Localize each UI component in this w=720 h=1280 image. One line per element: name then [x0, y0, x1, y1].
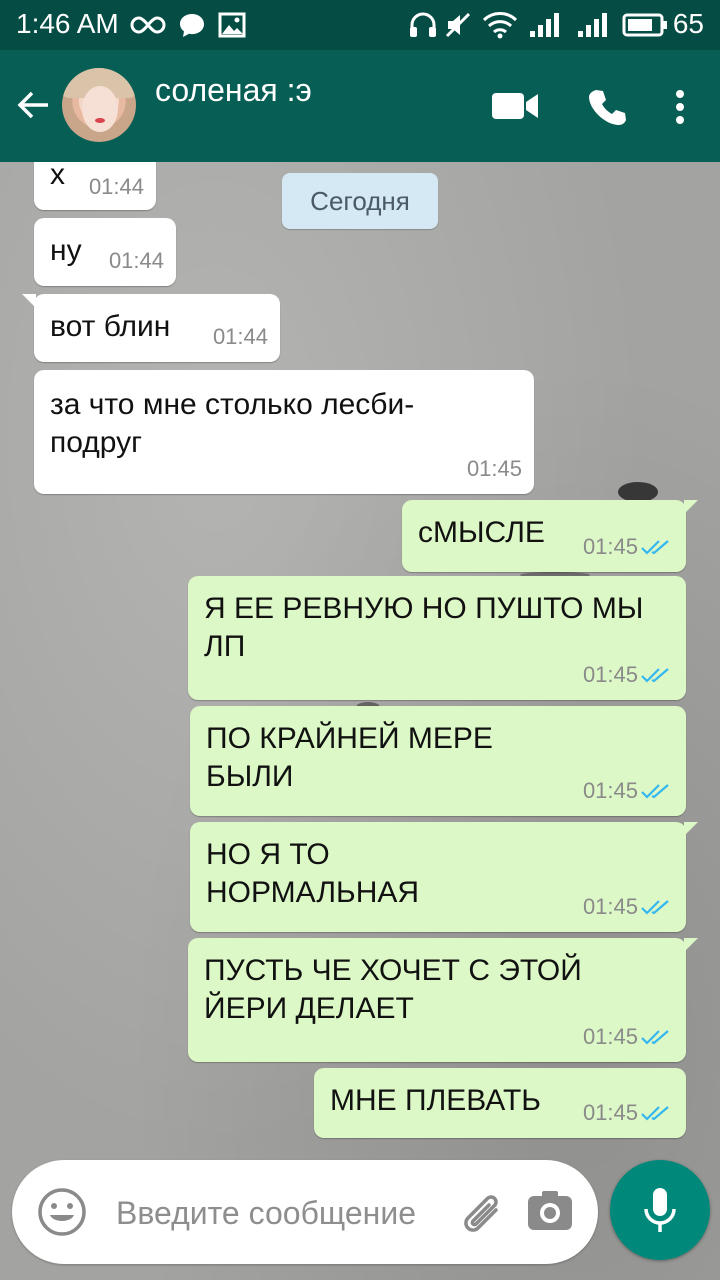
status-time: 1:46 AM [16, 8, 119, 39]
message-time-text: 01:45 [466, 456, 522, 481]
wifi-icon [482, 10, 518, 40]
double-check-icon [641, 668, 669, 683]
double-check-icon [641, 540, 669, 555]
message-time: 01:44 [213, 324, 268, 350]
chat-bubble-icon [178, 10, 206, 40]
message-time: 01:45 [583, 1024, 674, 1050]
message-bubble[interactable]: НО Я ТО НОРМАЛЬНАЯ 01:45 [190, 822, 698, 932]
message-text: сМЫСЛЕ [418, 516, 545, 549]
message-time: 01:45 [583, 1100, 674, 1126]
chat-header: соленая :э [0, 50, 720, 162]
message-time-text: 01:44 [88, 174, 144, 199]
message-bubble[interactable]: вот блин 01:44 [22, 294, 280, 362]
avatar[interactable] [62, 68, 136, 142]
emoji-button[interactable] [36, 1186, 88, 1238]
double-check-icon [641, 1030, 669, 1045]
message-time-text: 01:45 [582, 1100, 638, 1125]
message-time: 01:45 [467, 456, 522, 482]
message-text: за что мне столько лесби- подруг [50, 388, 415, 459]
message-text: ПУСТЬ ЧЕ ХОЧЕТ С ЭТОЙ ЙЕРИ ДЕЛАЕТ [204, 954, 582, 1025]
microphone-icon [644, 1188, 676, 1232]
camera-button[interactable] [522, 1184, 578, 1240]
status-bar: 1:46 AM 65 [0, 0, 720, 50]
double-check-icon [641, 784, 669, 799]
message-bubble[interactable]: МНЕ ПЛЕВАТЬ 01:45 [314, 1068, 686, 1138]
message-text: ПО КРАЙНЕЙ МЕРЕ БЫЛИ [206, 722, 493, 793]
battery-level: 65 [672, 8, 704, 39]
message-text: х [50, 162, 65, 191]
image-icon [218, 10, 246, 40]
message-time-text: 01:45 [582, 894, 638, 919]
signal-icon [576, 10, 612, 40]
message-bubble[interactable]: ну 01:44 [34, 218, 176, 286]
message-time: 01:45 [583, 534, 674, 560]
message-time: 01:45 [583, 894, 674, 920]
message-text: ну [50, 234, 82, 267]
message-bubble[interactable]: ПО КРАЙНЕЙ МЕРЕ БЫЛИ 01:45 [190, 706, 686, 816]
battery-icon [622, 10, 668, 40]
voice-call-button[interactable] [580, 80, 634, 134]
message-text: МНЕ ПЛЕВАТЬ [330, 1084, 541, 1117]
message-time-text: 01:44 [212, 324, 268, 349]
message-text: НО Я ТО НОРМАЛЬНАЯ [206, 838, 420, 909]
headphones-icon [408, 10, 438, 40]
message-time: 01:45 [583, 778, 674, 804]
infinity-icon [130, 10, 166, 40]
emoji-icon [38, 1188, 86, 1236]
contact-name[interactable]: соленая :э [155, 72, 312, 109]
video-call-icon [492, 93, 538, 119]
message-time: 01:45 [583, 662, 674, 688]
message-time-text: 01:45 [582, 1024, 638, 1049]
message-time: 01:44 [109, 248, 164, 274]
message-time-text: 01:44 [108, 248, 164, 273]
message-bubble[interactable]: Я ЕЕ РЕВНУЮ НО ПУШТО МЫ ЛП 01:45 [188, 576, 686, 700]
paperclip-icon [464, 1195, 498, 1232]
message-bubble[interactable]: сМЫСЛЕ 01:45 [402, 500, 698, 572]
message-time: 01:44 [89, 174, 144, 200]
attach-button[interactable] [450, 1182, 510, 1242]
back-button[interactable] [8, 80, 58, 130]
date-chip: Сегодня [282, 173, 438, 229]
message-time-text: 01:45 [582, 778, 638, 803]
message-text: Я ЕЕ РЕВНУЮ НО ПУШТО МЫ ЛП [204, 592, 644, 663]
mute-icon [444, 10, 472, 40]
double-check-icon [641, 900, 669, 915]
back-arrow-icon [17, 91, 48, 119]
message-bubble[interactable]: ПУСТЬ ЧЕ ХОЧЕТ С ЭТОЙ ЙЕРИ ДЕЛАЕТ 01:45 [188, 938, 698, 1062]
phone-icon [589, 90, 626, 125]
message-bubble[interactable]: за что мне столько лесби- подруг 01:45 [34, 370, 534, 494]
message-bubble[interactable]: х 01:44 [34, 162, 156, 210]
mic-button[interactable] [610, 1160, 710, 1260]
camera-icon [528, 1191, 572, 1230]
message-input[interactable] [114, 1190, 458, 1236]
double-check-icon [641, 1106, 669, 1121]
message-text: вот блин [50, 310, 171, 343]
message-composer [12, 1160, 598, 1264]
message-time-text: 01:45 [582, 662, 638, 687]
signal-icon [528, 10, 564, 40]
message-time-text: 01:45 [582, 534, 638, 559]
more-options-button[interactable] [662, 80, 698, 134]
more-vertical-icon [676, 90, 684, 124]
video-call-button[interactable] [490, 82, 540, 130]
chat-area[interactable]: Сегодня х 01:44 ну 01:44 вот блин 01:44 … [0, 162, 720, 1280]
